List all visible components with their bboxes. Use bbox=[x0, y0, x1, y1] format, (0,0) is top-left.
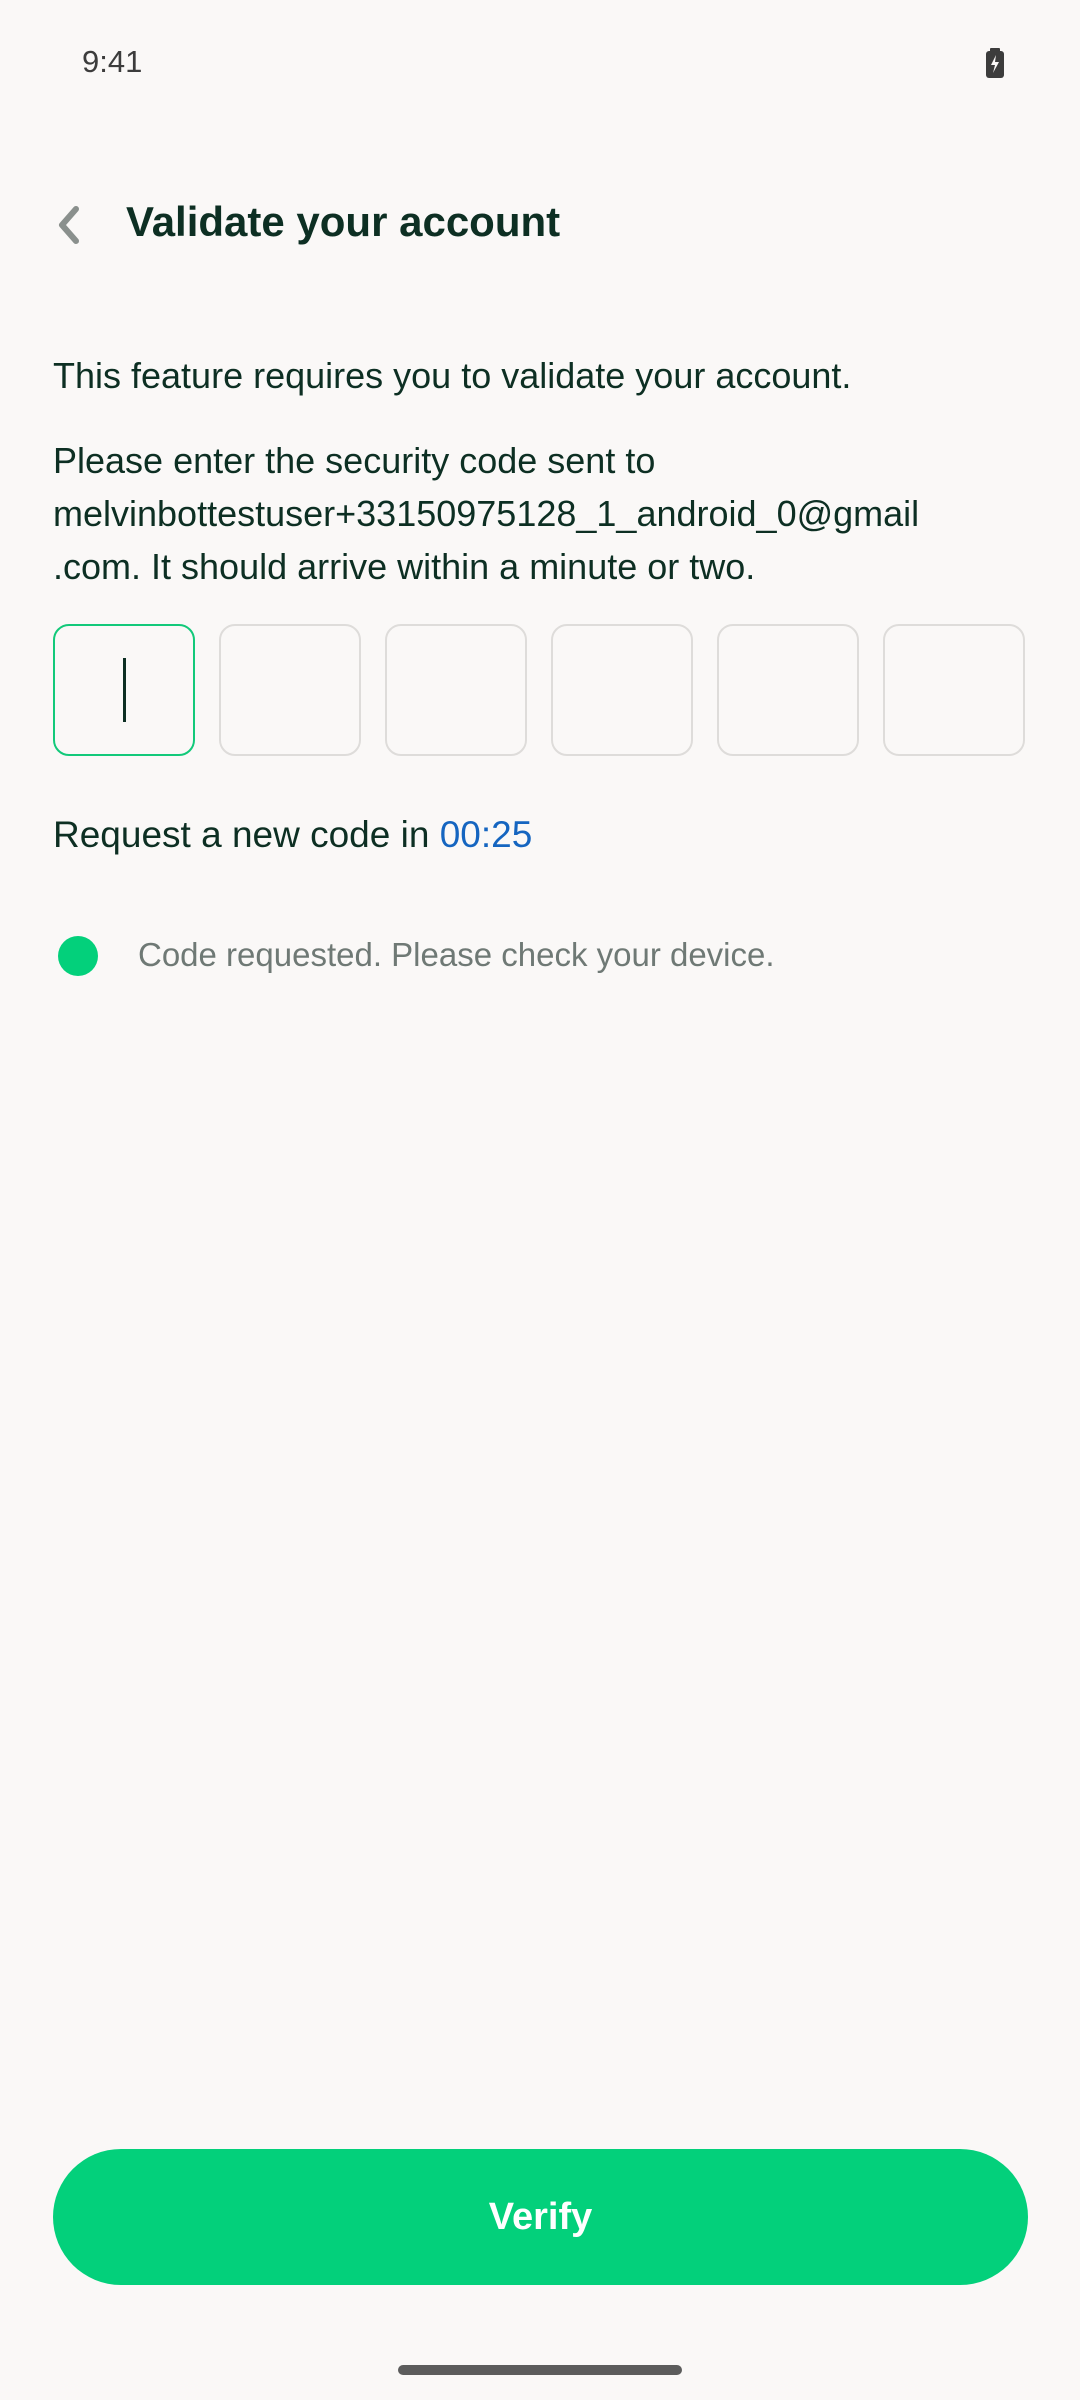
text-cursor bbox=[123, 658, 126, 722]
instructions-text: Please enter the security code sent to m… bbox=[53, 440, 920, 587]
home-indicator[interactable] bbox=[398, 2365, 682, 2375]
code-digit-2[interactable] bbox=[219, 624, 361, 756]
header: Validate your account bbox=[0, 180, 1080, 270]
code-digit-4[interactable] bbox=[551, 624, 693, 756]
code-digit-3[interactable] bbox=[385, 624, 527, 756]
timer-value: 00:25 bbox=[439, 814, 533, 855]
page-title: Validate your account bbox=[126, 198, 561, 245]
timer-label: Request a new code in bbox=[53, 814, 430, 855]
status-message: Code requested. Please check your device… bbox=[138, 936, 775, 973]
security-code-input bbox=[53, 624, 1028, 760]
resend-timer: Request a new code in 00:25 bbox=[53, 814, 532, 856]
status-time: 9:41 bbox=[82, 44, 143, 79]
intro-text: This feature requires you to validate yo… bbox=[53, 355, 852, 396]
status-bar: 9:41 bbox=[0, 0, 1080, 128]
code-digit-5[interactable] bbox=[717, 624, 859, 756]
chevron-left-icon bbox=[59, 206, 79, 244]
status-dot-icon bbox=[58, 936, 98, 976]
back-button[interactable] bbox=[44, 200, 94, 250]
battery-charging-icon bbox=[986, 48, 1004, 78]
code-digit-6[interactable] bbox=[883, 624, 1025, 756]
verify-button[interactable]: Verify bbox=[53, 2149, 1028, 2285]
